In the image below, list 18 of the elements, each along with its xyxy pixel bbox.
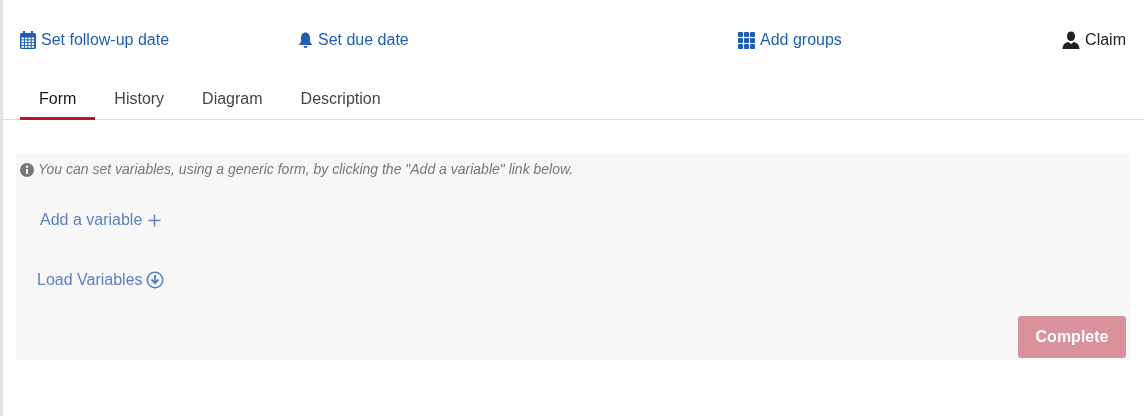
hint-text: You can set variables, using a generic form, by clicking the "Add a variable" link below. — [38, 160, 574, 179]
calendar-icon — [20, 31, 36, 49]
tab[interactable]: Description — [281, 80, 400, 120]
plus-icon — [148, 213, 162, 227]
grid-icon — [738, 31, 755, 49]
action-link[interactable]: Claim — [1062, 29, 1126, 51]
action-link[interactable]: Set due date — [298, 29, 409, 52]
action-link[interactable]: Add groups — [738, 29, 842, 52]
tab[interactable]: History — [95, 80, 184, 120]
user-icon — [1062, 31, 1081, 49]
add-variable-link[interactable]: Add a variable — [40, 208, 162, 232]
download-icon — [145, 271, 164, 289]
bell-icon — [298, 31, 313, 49]
action-link[interactable]: Set follow-up date — [20, 29, 170, 51]
tab[interactable]: Diagram — [183, 80, 282, 120]
load-variables-link[interactable]: Load Variables — [37, 268, 164, 292]
info-icon — [20, 162, 34, 177]
tab[interactable]: Form — [20, 80, 96, 120]
